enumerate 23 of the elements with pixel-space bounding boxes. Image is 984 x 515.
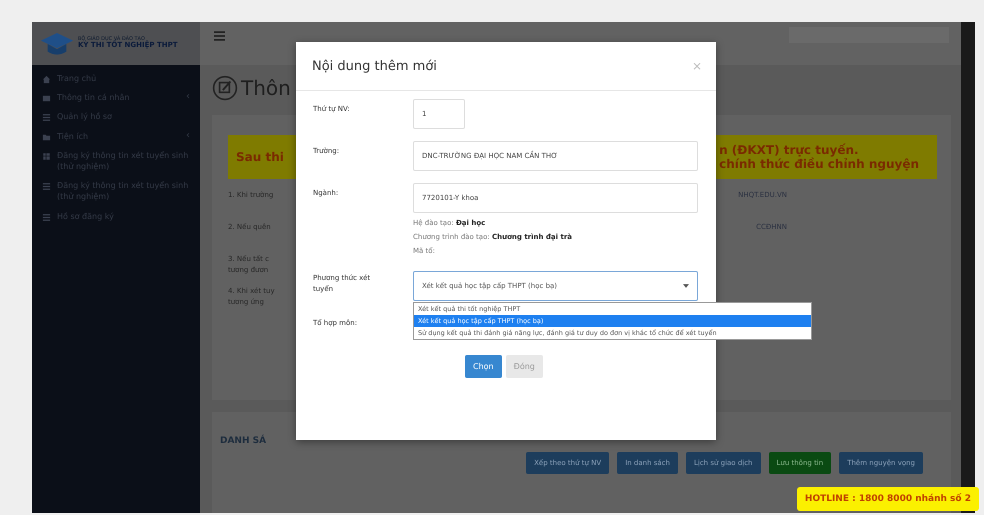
edit-icon [212, 75, 238, 101]
grid-icon [42, 152, 51, 161]
home-icon [42, 75, 51, 84]
hotline-badge: HOTLINE : 1800 8000 nhánh số 2 [796, 487, 979, 511]
dropdown-caret-icon [683, 284, 689, 288]
banner-text: Sau thi [236, 150, 284, 164]
dialog-title: Nội dung thêm mới [312, 58, 437, 74]
dialog-button[interactable]: Đóng [506, 355, 543, 378]
chevron-icon: ‹ [186, 92, 190, 102]
folder-icon [42, 132, 51, 142]
dialog-button[interactable]: Chọn [465, 355, 502, 378]
banner-text: chính thức điều chỉnh nguyện [719, 157, 919, 172]
banner-text: n (ĐKXT) trực tuyến. [719, 142, 859, 157]
id-card-icon [42, 94, 51, 104]
graduation-cap-icon [40, 30, 74, 56]
list-icon [42, 182, 51, 192]
list-icon [42, 113, 51, 122]
scrollbar[interactable] [961, 22, 975, 513]
chevron-icon: ‹ [186, 130, 190, 141]
section-heading: DANH SÁ [220, 436, 268, 446]
list-icon [42, 212, 51, 222]
menu-icon[interactable] [214, 31, 225, 41]
page-title: Thôn [241, 76, 291, 100]
